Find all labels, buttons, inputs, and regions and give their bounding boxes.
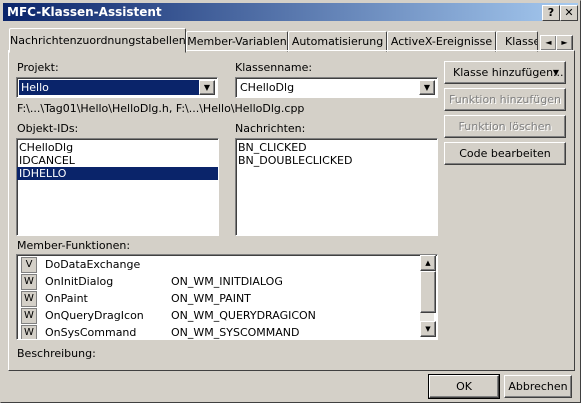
tab-activex-ereignisse[interactable]: ActiveX-Ereignisse bbox=[387, 31, 496, 52]
arrow-down-icon: ▼ bbox=[425, 325, 431, 333]
function-message: ON_WM_PAINT bbox=[171, 292, 251, 305]
table-row[interactable]: V DoDataExchange bbox=[19, 256, 415, 273]
funktion-loeschen-button[interactable]: Funktion löschen bbox=[444, 115, 566, 138]
close-icon: ✕ bbox=[564, 6, 574, 19]
arrow-right-icon: ► bbox=[561, 38, 568, 47]
list-item[interactable]: IDCANCEL bbox=[17, 154, 218, 167]
windows-message-icon: W bbox=[21, 274, 37, 290]
member-funktionen-list[interactable]: V DoDataExchange W OnInitDialog ON_WM_IN… bbox=[16, 254, 438, 340]
projekt-label: Projekt: bbox=[17, 61, 59, 74]
function-message: ON_WM_QUERYDRAGICON bbox=[171, 309, 316, 322]
list-item[interactable]: BN_CLICKED bbox=[236, 141, 437, 154]
tab-scroll-left-button[interactable]: ◄ bbox=[540, 35, 557, 51]
virtual-function-icon: V bbox=[21, 257, 37, 273]
member-funktionen-label: Member-Funktionen: bbox=[17, 239, 131, 252]
nachrichten-label: Nachrichten: bbox=[235, 122, 306, 135]
list-item[interactable]: CHelloDlg bbox=[17, 141, 218, 154]
chevron-down-icon: ▼ bbox=[552, 68, 559, 77]
klassenname-combo[interactable]: CHelloDlg ▼ bbox=[235, 77, 438, 98]
projekt-combo[interactable]: Hello ▼ bbox=[16, 77, 218, 98]
ok-button[interactable]: OK bbox=[428, 374, 500, 399]
window-title: MFC-Klassen-Assistent bbox=[7, 5, 162, 19]
function-name: DoDataExchange bbox=[45, 258, 141, 271]
function-name: OnSysCommand bbox=[45, 326, 137, 339]
table-row[interactable]: W OnQueryDragIcon ON_WM_QUERYDRAGICON bbox=[19, 307, 415, 324]
klassenname-value: CHelloDlg bbox=[240, 81, 295, 94]
vertical-scrollbar[interactable]: ▲ ▼ bbox=[420, 255, 436, 337]
abbrechen-button[interactable]: Abbrechen bbox=[504, 375, 572, 398]
function-message: ON_WM_SYSCOMMAND bbox=[171, 326, 300, 339]
list-item-selected[interactable]: IDHELLO bbox=[17, 167, 218, 180]
function-name: OnPaint bbox=[45, 292, 88, 305]
windows-message-icon: W bbox=[21, 291, 37, 307]
close-button[interactable]: ✕ bbox=[560, 5, 578, 21]
tab-automatisierung[interactable]: Automatisierung bbox=[288, 31, 387, 52]
dialog-window: MFC-Klassen-Assistent ? ✕ Nachrichtenzuo… bbox=[0, 0, 581, 403]
arrow-up-icon: ▲ bbox=[425, 259, 431, 267]
table-row[interactable]: W OnSysCommand ON_WM_SYSCOMMAND bbox=[19, 324, 415, 339]
help-button[interactable]: ? bbox=[542, 5, 560, 21]
klasse-hinzufuegen-button[interactable]: Klasse hinzufügen... ▼ bbox=[444, 61, 566, 84]
klassenname-label: Klassenname: bbox=[235, 61, 313, 74]
list-item[interactable]: BN_DOUBLECLICKED bbox=[236, 154, 437, 167]
nachrichten-list[interactable]: BN_CLICKED BN_DOUBLECLICKED bbox=[235, 138, 438, 236]
table-row[interactable]: W OnPaint ON_WM_PAINT bbox=[19, 290, 415, 307]
function-name: OnInitDialog bbox=[45, 275, 114, 288]
function-message: ON_WM_INITDIALOG bbox=[171, 275, 283, 288]
beschreibung-label: Beschreibung: bbox=[17, 347, 96, 360]
arrow-left-icon: ◄ bbox=[545, 38, 552, 47]
windows-message-icon: W bbox=[21, 308, 37, 324]
tab-klassen-info[interactable]: Klassen-Info bbox=[496, 31, 538, 52]
objekt-ids-label: Objekt-IDs: bbox=[17, 122, 79, 135]
scrollbar-thumb[interactable] bbox=[420, 271, 436, 313]
objekt-ids-list[interactable]: CHelloDlg IDCANCEL IDHELLO bbox=[16, 138, 219, 236]
projekt-value: Hello bbox=[19, 80, 199, 95]
chevron-down-icon[interactable]: ▼ bbox=[419, 80, 435, 95]
function-name: OnQueryDragIcon bbox=[45, 309, 144, 322]
table-row[interactable]: W OnInitDialog ON_WM_INITDIALOG bbox=[19, 273, 415, 290]
klasse-hinzufuegen-label: Klasse hinzufügen... bbox=[453, 66, 564, 79]
scroll-up-button[interactable]: ▲ bbox=[420, 255, 436, 271]
scroll-down-button[interactable]: ▼ bbox=[420, 321, 436, 337]
title-bar: MFC-Klassen-Assistent ? ✕ bbox=[3, 3, 578, 21]
windows-message-icon: W bbox=[21, 325, 37, 339]
code-bearbeiten-button[interactable]: Code bearbeiten bbox=[444, 142, 566, 165]
tab-member-variablen[interactable]: Member-Variablen bbox=[186, 31, 288, 52]
chevron-down-icon[interactable]: ▼ bbox=[199, 80, 215, 95]
file-path: F:\...\Tag01\Hello\HelloDlg.h, F:\...\He… bbox=[17, 102, 305, 115]
funktion-hinzufuegen-button[interactable]: Funktion hinzufügen bbox=[444, 88, 566, 111]
tab-scroll-right-button[interactable]: ► bbox=[556, 35, 573, 51]
tab-nachrichtenzuordnungstabellen[interactable]: Nachrichtenzuordnungstabellen bbox=[9, 28, 186, 53]
